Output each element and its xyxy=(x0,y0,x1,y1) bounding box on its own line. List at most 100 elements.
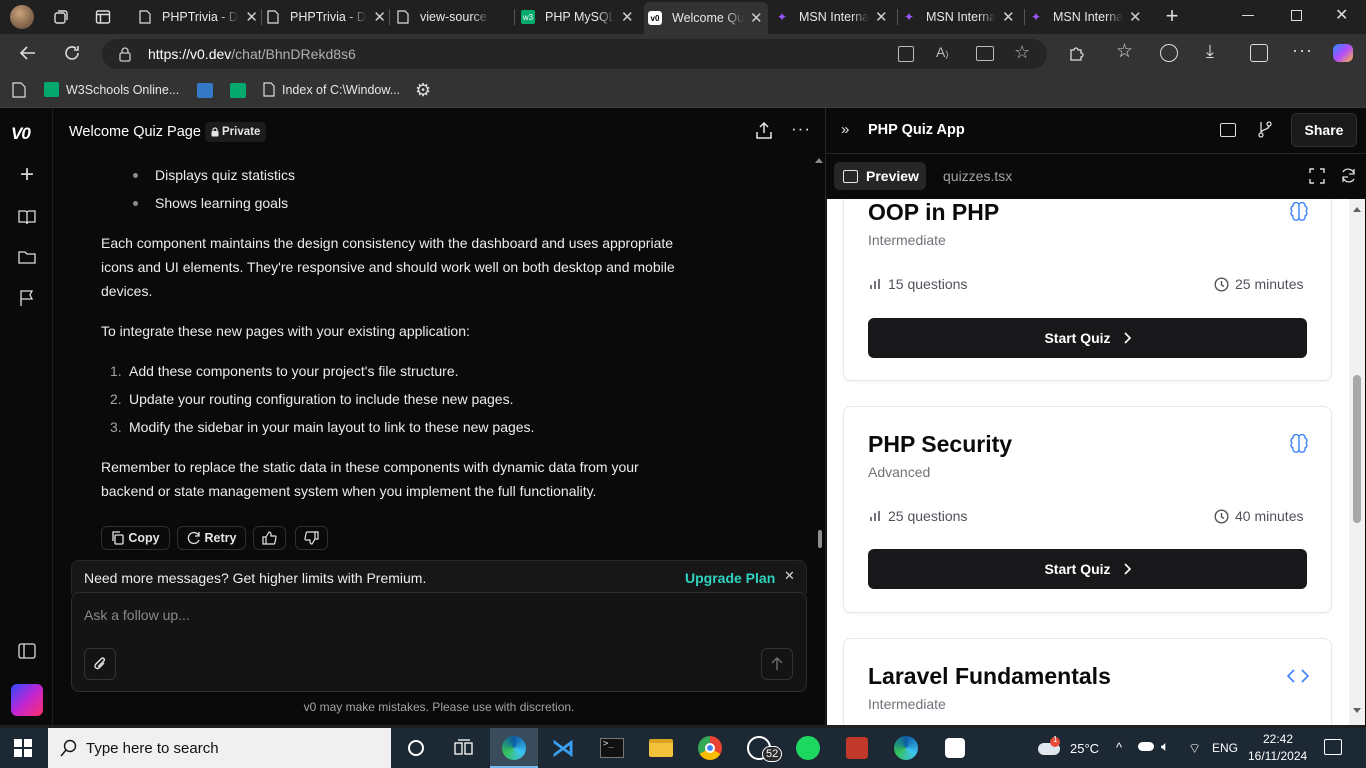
close-tab-icon[interactable]: ✕ xyxy=(373,8,386,26)
start-quiz-button[interactable]: Start Quiz xyxy=(868,549,1307,589)
close-tab-icon[interactable]: ✕ xyxy=(875,8,888,26)
input-placeholder[interactable]: Ask a follow up... xyxy=(84,607,190,623)
clock-time[interactable]: 22:42 xyxy=(1263,732,1293,746)
language-indicator[interactable]: ENG xyxy=(1212,741,1238,755)
flag-icon[interactable] xyxy=(14,285,40,311)
favorites-icon[interactable]: ☆ xyxy=(1116,40,1133,63)
thumbs-up-button[interactable] xyxy=(253,526,286,550)
follow-up-input[interactable]: Ask a follow up... xyxy=(71,592,807,692)
back-button[interactable] xyxy=(18,43,38,63)
terminal-app-icon[interactable]: >_ xyxy=(598,734,626,762)
browser-tab[interactable]: PHPTrivia - D ✕ xyxy=(138,4,258,30)
lock-icon[interactable] xyxy=(118,46,132,67)
network-icon[interactable]: ⌔ xyxy=(1188,740,1201,758)
volume-icon[interactable]: 🔈︎ xyxy=(1161,738,1169,755)
share-button[interactable]: Share xyxy=(1291,113,1357,147)
read-aloud-icon[interactable]: A) xyxy=(936,44,948,60)
close-window-button[interactable]: ✕ xyxy=(1335,5,1348,25)
downloads-icon[interactable]: ⤓ xyxy=(1206,41,1214,62)
start-quiz-button[interactable]: Start Quiz xyxy=(868,318,1307,358)
taskbar-search[interactable]: Type here to search xyxy=(48,728,391,768)
scroll-up-arrow[interactable] xyxy=(1353,207,1361,212)
edge-icon[interactable] xyxy=(892,734,920,762)
temperature[interactable]: 25°C xyxy=(1070,741,1099,756)
collapse-panel-icon[interactable]: » xyxy=(841,121,849,138)
copilot-icon[interactable] xyxy=(1333,44,1353,62)
cortana-icon[interactable] xyxy=(402,734,430,762)
app-available-icon[interactable] xyxy=(898,46,914,62)
attach-button[interactable] xyxy=(84,648,116,680)
more-options-icon[interactable]: ··· xyxy=(1292,40,1313,61)
weather-icon[interactable] xyxy=(1038,737,1062,757)
chrome-icon[interactable] xyxy=(696,734,724,762)
windows-start-icon[interactable] xyxy=(14,739,32,757)
browser-tab-active[interactable]: v0 Welcome Qu ✕ xyxy=(644,2,768,34)
workspaces-icon[interactable] xyxy=(52,8,70,26)
cloud-icon[interactable] xyxy=(1138,742,1154,751)
close-banner-icon[interactable]: ✕ xyxy=(784,568,795,584)
browser-tab[interactable]: ✦ MSN Interna ✕ xyxy=(775,4,895,30)
refresh-preview-icon[interactable] xyxy=(1340,167,1357,189)
extensions-icon[interactable] xyxy=(1068,44,1086,62)
chevron-up-icon[interactable]: ^ xyxy=(1116,740,1122,755)
user-avatar[interactable] xyxy=(11,684,43,716)
immersive-reader-icon[interactable] xyxy=(976,46,994,61)
bookmark-icon-2[interactable] xyxy=(230,83,246,98)
folder-icon[interactable] xyxy=(14,244,40,270)
copy-button[interactable]: Copy xyxy=(101,526,170,550)
preview-scrollbar-thumb[interactable] xyxy=(1353,375,1361,523)
bookmark-w3schools[interactable]: W3Schools Online... xyxy=(44,82,179,97)
book-icon[interactable] xyxy=(14,204,40,230)
send-button[interactable] xyxy=(761,648,793,680)
retry-button[interactable]: Retry xyxy=(177,526,246,550)
tab-actions-icon[interactable] xyxy=(94,8,112,26)
minimize-button[interactable] xyxy=(1242,15,1254,16)
share-export-icon[interactable] xyxy=(756,121,772,144)
notification-icon[interactable] xyxy=(1324,739,1342,755)
browser-tab[interactable]: view-source: xyxy=(396,4,516,30)
new-tab-button[interactable]: + xyxy=(1162,5,1182,29)
browser-tab[interactable]: PHPTrivia - D ✕ xyxy=(266,4,386,30)
scroll-up-arrow[interactable] xyxy=(815,158,823,163)
browser-tab[interactable]: w3 PHP MySQL ✕ xyxy=(521,4,641,30)
close-tab-icon[interactable]: ✕ xyxy=(1002,8,1015,26)
settings-gear-icon[interactable]: ⚙ xyxy=(415,80,431,101)
refresh-button[interactable] xyxy=(62,43,82,63)
spotify-icon[interactable] xyxy=(794,734,822,762)
app-icon[interactable] xyxy=(941,734,969,762)
close-tab-icon[interactable]: ✕ xyxy=(1129,8,1142,26)
page-icon[interactable] xyxy=(12,82,26,103)
profile-avatar[interactable] xyxy=(10,5,34,29)
private-badge[interactable]: Private xyxy=(205,122,267,142)
close-tab-icon[interactable]: ✕ xyxy=(245,8,258,26)
history-icon[interactable] xyxy=(1160,44,1178,62)
address-bar[interactable]: https://v0.dev/chat/BhnDRekd8s6 A) ☆ xyxy=(102,39,1047,69)
chat-scrollbar[interactable] xyxy=(818,530,822,548)
file-explorer-icon[interactable] xyxy=(647,734,675,762)
clock-date[interactable]: 16/11/2024 xyxy=(1248,749,1307,763)
restore-button[interactable] xyxy=(1291,10,1302,21)
bookmark-icon-1[interactable] xyxy=(197,83,213,98)
task-view-icon[interactable] xyxy=(450,734,478,762)
app-icon[interactable] xyxy=(843,734,871,762)
vscode-icon[interactable]: ⋊ xyxy=(549,734,577,762)
git-branch-icon[interactable] xyxy=(1257,120,1273,143)
tab-file[interactable]: quizzes.tsx xyxy=(943,168,1012,184)
close-tab-icon[interactable]: ✕ xyxy=(621,8,634,26)
sidebar-toggle-icon[interactable] xyxy=(14,638,40,664)
chat-title[interactable]: Welcome Quiz Page xyxy=(69,124,201,140)
new-chat-button[interactable]: + xyxy=(14,161,40,188)
v0-logo[interactable]: V0 xyxy=(11,124,31,144)
fullscreen-icon[interactable] xyxy=(1309,168,1325,189)
close-tab-icon[interactable]: ✕ xyxy=(750,9,763,27)
bookmark-index[interactable]: Index of C:\Window... xyxy=(263,82,400,97)
edge-icon[interactable] xyxy=(500,734,528,762)
more-options-icon[interactable]: ··· xyxy=(791,119,811,139)
screenshot-icon[interactable] xyxy=(1250,44,1268,62)
tab-preview[interactable]: Preview xyxy=(834,162,926,190)
browser-tab[interactable]: ✦ MSN Interna ✕ xyxy=(902,4,1022,30)
thumbs-down-button[interactable] xyxy=(295,526,328,550)
url-text[interactable]: https://v0.dev/chat/BhnDRekd8s6 xyxy=(148,46,356,62)
favorite-star-icon[interactable]: ☆ xyxy=(1014,42,1030,63)
terminal-icon[interactable] xyxy=(1220,123,1236,137)
